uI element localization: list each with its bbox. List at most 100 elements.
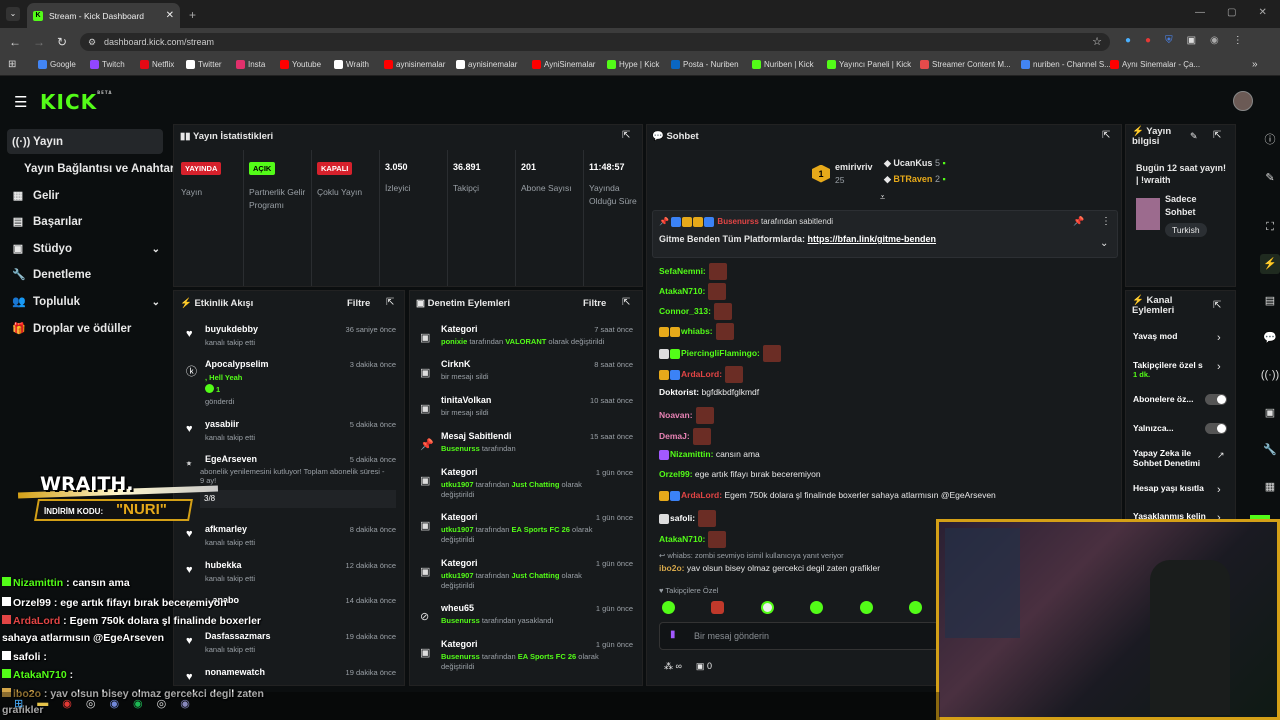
bookmark-item[interactable]: Twitch [90, 60, 125, 69]
chat-username[interactable]: PiercingliFlamingo: [681, 348, 760, 358]
sidebar-item-denetleme[interactable]: 🔧 Denetleme [12, 269, 91, 281]
channel-action[interactable]: Takipçilere özel s1 dk. › [1133, 360, 1231, 379]
emote-chat-icon[interactable] [810, 601, 824, 614]
bookmark-item[interactable]: Nuriben | Kick [752, 60, 814, 69]
fullscreen-icon[interactable]: ⛶ [1260, 217, 1280, 237]
bookmark-item[interactable]: Wraith [334, 60, 369, 69]
site-info-icon[interactable]: ⚙ [88, 33, 96, 51]
event-filter-button[interactable]: Filtre [347, 298, 370, 309]
bookmark-item[interactable]: Twitter [186, 60, 222, 69]
windows-start-icon[interactable]: ⊞ [14, 697, 23, 710]
chat-username[interactable]: ArdaLord: [681, 490, 722, 500]
browser-tab[interactable]: K Stream - Kick Dashboard ✕ [27, 3, 180, 28]
emote-red-icon[interactable] [711, 601, 725, 614]
event-user[interactable]: afkmarley [205, 524, 247, 534]
event-item[interactable]: ♥ hubekka 12 dakika önce kanalı takip etti [178, 560, 400, 592]
moderator-name[interactable]: utku1907 [441, 480, 474, 489]
event-user[interactable]: nonamewatch [205, 667, 265, 677]
emote-alien-icon[interactable] [859, 601, 873, 614]
event-user[interactable]: buyukdebby [205, 324, 258, 334]
event-user[interactable]: Dasfassazmars [205, 631, 271, 641]
moderator-name[interactable]: Busenurss [441, 616, 480, 625]
chat-username[interactable]: ibo2o: [659, 563, 685, 573]
spotify-icon[interactable]: ◉ [133, 697, 143, 710]
extension-blue-icon[interactable]: ● [1125, 35, 1131, 46]
bookmark-item[interactable]: Posta - Nuriben [671, 60, 739, 69]
pinned-by-user[interactable]: Busenurss [717, 217, 758, 226]
moderation-item[interactable]: ▣ CirknK 8 saat önce bir mesajı sildi [414, 359, 638, 393]
edit-pencil-icon[interactable]: ✎ [1190, 131, 1198, 142]
gift-icon[interactable]: ▣ 0 [696, 661, 712, 672]
event-user[interactable]: hubekka [205, 560, 242, 570]
file-explorer-icon[interactable]: ▬ [37, 697, 48, 710]
popout-icon[interactable]: ⇱ [1102, 130, 1110, 141]
tab-search-button[interactable]: ⌄ [6, 7, 20, 21]
wrench-icon[interactable]: 🔧 [1260, 440, 1280, 460]
moderation-item[interactable]: ▣ Kategori 1 gün önce utku1907 tarafından J… [414, 467, 638, 501]
chat-username[interactable]: whiabs: [681, 326, 713, 336]
edit-icon[interactable]: ✎ [1260, 168, 1280, 188]
more-bookmarks-icon[interactable]: » [1252, 59, 1258, 70]
toggle-switch[interactable] [1205, 394, 1227, 405]
close-window-icon[interactable]: ✕ [1258, 7, 1266, 18]
sidebar-item-basarilar[interactable]: ▤ Başarılar [12, 216, 82, 228]
chat-bubble-icon[interactable]: 💬 [1260, 328, 1280, 348]
popout-icon[interactable]: ⇱ [622, 297, 630, 308]
emote-smile-icon[interactable] [908, 601, 922, 614]
lightning-icon[interactable]: ⚡ [1260, 254, 1280, 274]
kick-logo[interactable]: KICKBETA [40, 90, 112, 114]
maximize-icon[interactable]: ▢ [1227, 7, 1236, 18]
bookmark-item[interactable]: Hype | Kick [607, 60, 659, 69]
moderation-item[interactable]: ▣ Kategori 1 gün önce utku1907 tarafından J… [414, 558, 638, 592]
back-button[interactable]: ← [9, 35, 21, 49]
address-bar[interactable]: ⚙ dashboard.kick.com/stream ☆ [80, 33, 1110, 51]
channel-action[interactable]: Yavaş mod › [1133, 331, 1231, 344]
sidebar-item-gelir[interactable]: ▦ Gelir [12, 190, 59, 202]
app-icon[interactable]: ◎ [157, 697, 167, 710]
bookmark-item[interactable]: aynisinemalar [456, 60, 517, 69]
bookmark-item[interactable]: Yayıncı Paneli | Kick [827, 60, 911, 69]
broadcast-icon[interactable]: ((·)) [1260, 365, 1280, 385]
channel-action[interactable]: Yalnızca... [1133, 423, 1231, 434]
moderator-name[interactable]: Busenurss [441, 444, 480, 453]
moderation-item[interactable]: 📌 Mesaj Sabitlendi 15 saat önce Busenurss t… [414, 431, 638, 465]
leader-name[interactable]: emirivriv [835, 161, 873, 173]
bookmark-item[interactable]: Google [38, 60, 76, 69]
chat-username[interactable]: DemaJ: [659, 431, 690, 441]
moderator-name[interactable]: utku1907 [441, 525, 474, 534]
users-infinity-icon[interactable]: ⁂ ∞ [664, 661, 682, 672]
bookmark-item[interactable]: nuriben - Channel S... [1021, 60, 1111, 69]
mic-icon[interactable]: ▮ [670, 629, 676, 640]
bookmark-item[interactable]: aynisinemalar [384, 60, 445, 69]
chat-username[interactable]: safoli: [670, 513, 695, 523]
sidebar-item-droplar[interactable]: 🎁 Droplar ve ödüller [12, 323, 131, 335]
profile-avatar[interactable]: ◉ [1210, 35, 1219, 46]
chat-input[interactable]: ▮ Bir mesaj gönderin [659, 622, 939, 650]
obs-icon[interactable]: ◎ [86, 697, 96, 710]
close-tab-icon[interactable]: ✕ [166, 10, 174, 21]
moderator-name[interactable]: ponixie [441, 337, 467, 346]
document-icon[interactable]: ▤ [1260, 291, 1280, 311]
hamburger-menu-icon[interactable]: ☰ [14, 93, 27, 111]
sidebar-item-stream-key[interactable]: Yayın Bağlantısı ve Anahtarı [24, 163, 178, 175]
moderator-name[interactable]: Busenurss [441, 652, 480, 661]
moderator-name[interactable]: utku1907 [441, 571, 474, 580]
more-options-icon[interactable]: ⋮ [1101, 216, 1111, 227]
chat-username[interactable]: AtakaN710: [659, 286, 705, 296]
event-item[interactable]: ♥ yasabiir 5 dakika önce kanalı takip etti [178, 419, 400, 451]
collapse-chevron-icon[interactable]: ⩡ [880, 192, 885, 203]
bookmark-item[interactable]: Netflix [140, 60, 174, 69]
moderation-item[interactable]: ▣ Kategori 1 gün önce utku1907 tarafından E… [414, 512, 638, 546]
chat-username[interactable]: Connor_313: [659, 306, 711, 316]
grid-icon[interactable]: ▦ [1260, 477, 1280, 497]
extension-shield-icon[interactable]: ⛨ [1165, 35, 1173, 46]
channel-action[interactable]: Abonelere öz... [1133, 394, 1231, 405]
channel-action[interactable]: Hesap yaşı kısıtla › [1133, 483, 1231, 496]
channel-action[interactable]: Yapay Zeka ile Sohbet Denetimi ↗ [1133, 448, 1231, 468]
leader-name[interactable]: BTRaven [893, 174, 932, 184]
chrome-icon[interactable]: ◉ [62, 697, 72, 710]
popout-icon[interactable]: ⇱ [622, 130, 630, 141]
moderation-filter-button[interactable]: Filtre [583, 298, 606, 309]
moderation-item[interactable]: ▣ Kategori 7 saat önce ponixie tarafından V… [414, 324, 638, 358]
emote-green-icon[interactable] [662, 601, 675, 614]
